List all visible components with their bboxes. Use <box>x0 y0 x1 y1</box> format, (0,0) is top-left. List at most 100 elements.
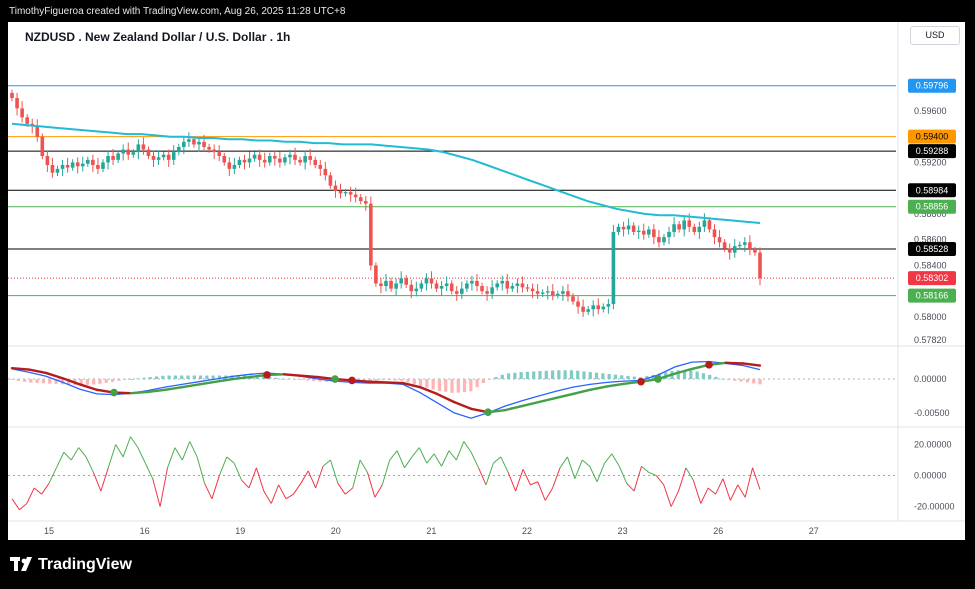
candle-body <box>394 283 398 289</box>
candle-body <box>106 156 110 163</box>
candle-body <box>449 283 454 292</box>
oscillator-line-segment <box>100 467 109 492</box>
candle-body <box>399 278 403 284</box>
oscillator-line-segment <box>722 478 731 501</box>
x-tick-label: 23 <box>618 526 628 536</box>
candle-body <box>15 98 19 109</box>
x-tick-label: 19 <box>235 526 245 536</box>
oscillator-line-segment <box>596 462 605 482</box>
candle-body <box>323 168 328 176</box>
oscillator-line-segment <box>344 487 353 495</box>
macd-histogram-bar <box>588 372 592 380</box>
macd-histogram-bar <box>752 379 756 384</box>
y-tick-label: -0.00500 <box>914 408 950 418</box>
signal-line-segment <box>214 377 235 383</box>
candle-body <box>550 291 555 296</box>
chart-panel[interactable]: 15 16 19 20 21 22 23 26 27 0.59600 0.59200 0.58800 0… <box>8 22 965 540</box>
candle-body <box>657 237 661 243</box>
signal-line-segment <box>129 390 150 395</box>
oscillator-line-segment <box>604 453 613 464</box>
oscillator-line-segment <box>41 483 50 495</box>
candle-body <box>156 157 161 160</box>
candle-body <box>242 159 247 163</box>
candle-body <box>571 296 575 302</box>
candle-body <box>374 265 378 284</box>
candle-body <box>141 144 146 150</box>
oscillator-line-segment <box>648 471 657 477</box>
oscillator-line-segment <box>715 478 724 495</box>
oscillator-line-segment <box>329 459 339 484</box>
cross-marker <box>263 371 271 379</box>
signal-line-segment <box>452 400 473 410</box>
macd-histogram-bar <box>569 370 574 380</box>
oscillator-line-segment <box>678 467 687 492</box>
chart-canvas[interactable]: 15 16 19 20 21 22 23 26 270.596000.592000.588000… <box>8 22 965 540</box>
x-tick-label: 16 <box>140 526 150 536</box>
signal-line-segment <box>163 385 184 392</box>
candle-body <box>217 152 222 156</box>
macd-histogram-bar <box>425 379 429 388</box>
macd-histogram-bar <box>35 379 39 383</box>
candle-body <box>505 280 510 289</box>
candle-body <box>192 139 196 145</box>
cross-marker <box>705 361 713 369</box>
signal-line-segment <box>384 381 405 385</box>
macd-histogram-bar <box>192 375 196 380</box>
candle-body <box>647 229 651 235</box>
macd-histogram-bar <box>41 379 46 384</box>
candle-body <box>293 154 297 160</box>
macd-histogram-bar <box>626 375 630 380</box>
x-tick-label: 20 <box>331 526 341 536</box>
oscillator-line-segment <box>189 441 198 458</box>
currency-button[interactable]: USD <box>910 26 960 45</box>
candle-body <box>409 284 414 292</box>
oscillator-line-segment <box>744 467 754 498</box>
macd-histogram-bar <box>280 378 284 380</box>
oscillator-line-segment <box>552 467 561 489</box>
oscillator-line-segment <box>19 503 28 511</box>
macd-histogram-bar <box>695 371 699 380</box>
oscillator-line-segment <box>352 459 361 489</box>
candle-body <box>353 194 358 198</box>
candle-body <box>348 192 353 195</box>
candle-body <box>500 280 505 284</box>
macd-histogram-bar <box>180 375 184 380</box>
candle-body <box>86 159 90 164</box>
candle-body <box>732 246 737 253</box>
macd-histogram-bar <box>381 379 385 381</box>
macd-histogram-bar <box>48 379 52 384</box>
oscillator-line-segment <box>455 441 465 461</box>
macd-histogram-bar <box>701 373 706 380</box>
candle-body <box>65 165 70 168</box>
brand-name[interactable]: TradingView <box>38 556 132 574</box>
macd-histogram-bar <box>582 371 586 380</box>
signal-line-segment <box>520 400 541 408</box>
candle-body <box>55 168 60 173</box>
macd-histogram-bar <box>148 377 152 380</box>
candle-body <box>278 158 282 163</box>
candle-body <box>626 225 631 230</box>
macd-histogram-bar <box>726 379 731 381</box>
candle-body <box>485 291 489 294</box>
oscillator-line-segment <box>11 498 20 510</box>
candle-body <box>212 149 216 153</box>
oscillator-line-segment <box>618 466 628 484</box>
oscillator-line-segment <box>463 441 472 453</box>
cross-marker <box>110 388 118 397</box>
macd-histogram-bar <box>481 379 486 383</box>
candle-body <box>727 248 732 253</box>
candle-body <box>222 156 227 163</box>
oscillator-line-segment <box>204 483 213 500</box>
candle-body <box>515 283 520 287</box>
oscillator-line-segment <box>493 456 502 464</box>
candle-body <box>566 291 570 297</box>
macd-histogram-bar <box>557 370 561 380</box>
candle-body <box>419 283 424 289</box>
y-tick-label: 0.58400 <box>914 260 947 270</box>
macd-histogram-bar <box>299 379 303 380</box>
macd-histogram-bar <box>161 375 165 380</box>
oscillator-line-segment <box>544 487 554 501</box>
symbol-title: NZDUSD . New Zealand Dollar / U.S. Dolla… <box>25 30 291 44</box>
candle-body <box>308 156 312 160</box>
macd-histogram-bar <box>733 379 737 381</box>
